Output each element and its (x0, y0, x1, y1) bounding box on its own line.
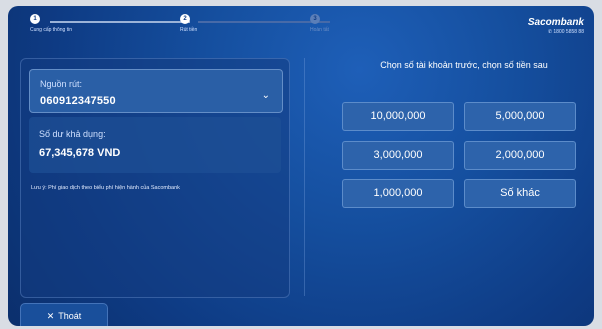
brand-logo: Sacombank ✆ 1800 5858 88 (528, 17, 584, 35)
balance-label: Số dư khả dụng: (39, 129, 106, 139)
account-info-panel: Nguồn rút: 060912347550 ⌄ Số dư khả dụng… (20, 58, 290, 298)
amount-button-other[interactable]: Số khác (464, 179, 576, 208)
step-1-number: 1 (30, 14, 40, 24)
exit-button[interactable]: ✕ Thoát (20, 303, 108, 326)
step-2-number: 2 (180, 14, 190, 24)
amount-button-2000000[interactable]: 2,000,000 (464, 141, 576, 170)
amount-button-1000000[interactable]: 1,000,000 (342, 179, 454, 208)
amount-button-5000000[interactable]: 5,000,000 (464, 102, 576, 131)
amount-instruction: Chọn số tài khoản trước, chọn số tiền sa… (380, 60, 548, 70)
step-3-label: Hoàn tất (310, 27, 329, 33)
atm-screen: 1 Cung cấp thông tin 2 Rút tiền 3 Hoàn t… (8, 6, 594, 326)
progress-steps: 1 Cung cấp thông tin 2 Rút tiền 3 Hoàn t… (22, 14, 352, 40)
amount-button-10000000[interactable]: 10,000,000 (342, 102, 454, 131)
hotline-number: 1800 5858 88 (553, 29, 584, 35)
panel-divider (304, 58, 305, 296)
amount-button-3000000[interactable]: 3,000,000 (342, 141, 454, 170)
step-2: 2 Rút tiền (180, 14, 260, 33)
source-account-value: 060912347550 (40, 95, 116, 107)
fee-note: Lưu ý: Phí giao dịch theo biểu phí hiện … (31, 185, 180, 191)
close-icon: ✕ (46, 311, 55, 321)
exit-label: Thoát (58, 311, 82, 321)
step-1-label: Cung cấp thông tin (30, 27, 72, 33)
step-3-number: 3 (310, 14, 320, 24)
step-1: 1 Cung cấp thông tin (30, 14, 110, 33)
balance-value: 67,345,678 VND (39, 147, 121, 159)
source-account-label: Nguồn rút: (40, 79, 83, 89)
chevron-down-icon: ⌄ (261, 90, 270, 101)
step-3: 3 Hoàn tất (310, 14, 390, 33)
source-account-select[interactable]: Nguồn rút: 060912347550 ⌄ (29, 69, 283, 113)
step-2-label: Rút tiền (180, 27, 198, 33)
balance-box: Số dư khả dụng: 67,345,678 VND (29, 117, 281, 173)
brand-hotline: ✆ 1800 5858 88 (528, 29, 584, 35)
brand-name: Sacombank (527, 17, 584, 28)
